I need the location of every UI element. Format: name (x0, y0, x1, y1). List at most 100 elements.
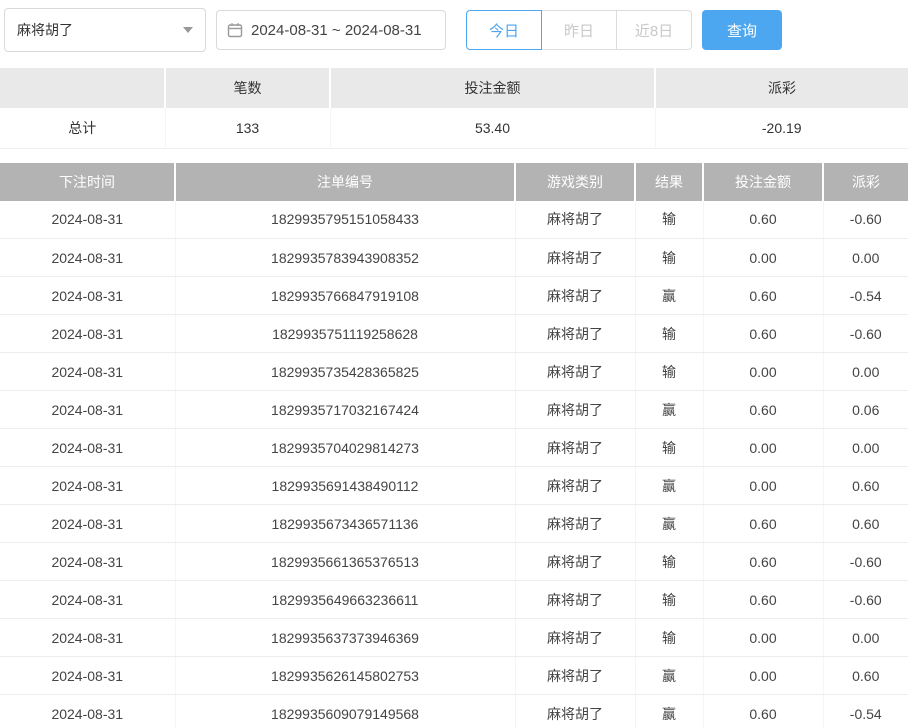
cell-payout: -0.60 (823, 201, 908, 239)
table-row: 2024-08-31 1829935783943908352 麻将胡了 输 0.… (0, 239, 908, 277)
cell-result: 输 (635, 619, 703, 657)
cell-payout: -0.54 (823, 277, 908, 315)
cell-payout: 0.60 (823, 505, 908, 543)
calendar-icon (227, 22, 243, 38)
cell-result: 输 (635, 543, 703, 581)
cell-result: 输 (635, 429, 703, 467)
date-range-input[interactable]: 2024-08-31 ~ 2024-08-31 (216, 10, 446, 50)
summary-total-row: 总计 133 53.40 -20.19 (0, 108, 908, 148)
bet-table-body: 2024-08-31 1829935795151058433 麻将胡了 输 0.… (0, 201, 908, 728)
cell-bet-amount: 0.60 (703, 277, 823, 315)
cell-payout: -0.60 (823, 581, 908, 619)
betting-records-page: 麻将胡了 2024-08-31 ~ 2024-08-31 今日 昨日 近8日 查… (0, 0, 908, 728)
cell-result: 赢 (635, 467, 703, 505)
cell-game-type: 麻将胡了 (515, 619, 635, 657)
cell-game-type: 麻将胡了 (515, 429, 635, 467)
chevron-down-icon (183, 27, 193, 33)
date-range-value: 2024-08-31 ~ 2024-08-31 (251, 22, 422, 39)
cell-game-type: 麻将胡了 (515, 315, 635, 353)
cell-payout: 0.06 (823, 391, 908, 429)
query-button[interactable]: 查询 (702, 10, 782, 50)
col-header-payout: 派彩 (823, 163, 908, 201)
summary-header-blank (0, 68, 165, 108)
cell-bet-amount: 0.00 (703, 619, 823, 657)
cell-game-type: 麻将胡了 (515, 505, 635, 543)
cell-bet-id: 1829935735428365825 (175, 353, 515, 391)
cell-bet-time: 2024-08-31 (0, 695, 175, 728)
cell-bet-id: 1829935691438490112 (175, 467, 515, 505)
quick-btn-today[interactable]: 今日 (466, 10, 542, 50)
cell-bet-id: 1829935673436571136 (175, 505, 515, 543)
col-header-bet-time: 下注时间 (0, 163, 175, 201)
col-header-result: 结果 (635, 163, 703, 201)
table-row: 2024-08-31 1829935795151058433 麻将胡了 输 0.… (0, 201, 908, 239)
table-row: 2024-08-31 1829935673436571136 麻将胡了 赢 0.… (0, 505, 908, 543)
cell-bet-amount: 0.00 (703, 429, 823, 467)
cell-bet-time: 2024-08-31 (0, 239, 175, 277)
cell-game-type: 麻将胡了 (515, 543, 635, 581)
cell-result: 赢 (635, 391, 703, 429)
cell-bet-amount: 0.00 (703, 467, 823, 505)
col-header-game-type: 游戏类别 (515, 163, 635, 201)
cell-bet-amount: 0.60 (703, 543, 823, 581)
col-header-bet-amount: 投注金额 (703, 163, 823, 201)
cell-game-type: 麻将胡了 (515, 391, 635, 429)
cell-result: 赢 (635, 657, 703, 695)
table-row: 2024-08-31 1829935735428365825 麻将胡了 输 0.… (0, 353, 908, 391)
quick-btn-last8days[interactable]: 近8日 (616, 10, 692, 50)
cell-result: 赢 (635, 277, 703, 315)
cell-payout: -0.60 (823, 543, 908, 581)
cell-bet-id: 1829935751119258628 (175, 315, 515, 353)
cell-payout: 0.00 (823, 429, 908, 467)
bet-records-table: 下注时间 注单编号 游戏类别 结果 投注金额 派彩 2024-08-31 182… (0, 163, 908, 728)
cell-result: 输 (635, 239, 703, 277)
cell-bet-id: 1829935704029814273 (175, 429, 515, 467)
cell-bet-id: 1829935783943908352 (175, 239, 515, 277)
cell-game-type: 麻将胡了 (515, 201, 635, 239)
filter-bar: 麻将胡了 2024-08-31 ~ 2024-08-31 今日 昨日 近8日 查… (0, 0, 908, 60)
summary-header-count: 笔数 (165, 68, 330, 108)
table-row: 2024-08-31 1829935661365376513 麻将胡了 输 0.… (0, 543, 908, 581)
cell-bet-id: 1829935637373946369 (175, 619, 515, 657)
cell-game-type: 麻将胡了 (515, 657, 635, 695)
summary-payout-value: -20.19 (655, 108, 908, 148)
cell-payout: 0.00 (823, 353, 908, 391)
cell-bet-id: 1829935661365376513 (175, 543, 515, 581)
cell-bet-id: 1829935609079149568 (175, 695, 515, 728)
cell-game-type: 麻将胡了 (515, 467, 635, 505)
cell-payout: -0.54 (823, 695, 908, 728)
cell-payout: 0.60 (823, 657, 908, 695)
cell-bet-time: 2024-08-31 (0, 429, 175, 467)
cell-bet-time: 2024-08-31 (0, 467, 175, 505)
cell-game-type: 麻将胡了 (515, 581, 635, 619)
cell-result: 输 (635, 201, 703, 239)
cell-bet-time: 2024-08-31 (0, 505, 175, 543)
cell-payout: 0.00 (823, 619, 908, 657)
cell-bet-id: 1829935626145802753 (175, 657, 515, 695)
table-row: 2024-08-31 1829935609079149568 麻将胡了 赢 0.… (0, 695, 908, 728)
cell-bet-time: 2024-08-31 (0, 391, 175, 429)
summary-header-payout: 派彩 (655, 68, 908, 108)
quick-date-button-group: 今日 昨日 近8日 (466, 10, 692, 50)
summary-total-label: 总计 (0, 108, 165, 148)
table-row: 2024-08-31 1829935649663236611 麻将胡了 输 0.… (0, 581, 908, 619)
table-row: 2024-08-31 1829935691438490112 麻将胡了 赢 0.… (0, 467, 908, 505)
cell-result: 输 (635, 315, 703, 353)
cell-bet-amount: 0.60 (703, 581, 823, 619)
cell-bet-amount: 0.00 (703, 353, 823, 391)
cell-bet-time: 2024-08-31 (0, 581, 175, 619)
table-header-row: 下注时间 注单编号 游戏类别 结果 投注金额 派彩 (0, 163, 908, 201)
quick-btn-yesterday[interactable]: 昨日 (541, 10, 617, 50)
cell-game-type: 麻将胡了 (515, 239, 635, 277)
table-row: 2024-08-31 1829935637373946369 麻将胡了 输 0.… (0, 619, 908, 657)
cell-game-type: 麻将胡了 (515, 353, 635, 391)
game-select[interactable]: 麻将胡了 (4, 8, 206, 52)
summary-header-bet-amount: 投注金额 (330, 68, 655, 108)
cell-result: 输 (635, 353, 703, 391)
cell-bet-id: 1829935766847919108 (175, 277, 515, 315)
table-row: 2024-08-31 1829935766847919108 麻将胡了 赢 0.… (0, 277, 908, 315)
cell-payout: 0.00 (823, 239, 908, 277)
cell-bet-id: 1829935795151058433 (175, 201, 515, 239)
cell-bet-amount: 0.60 (703, 391, 823, 429)
cell-bet-time: 2024-08-31 (0, 619, 175, 657)
